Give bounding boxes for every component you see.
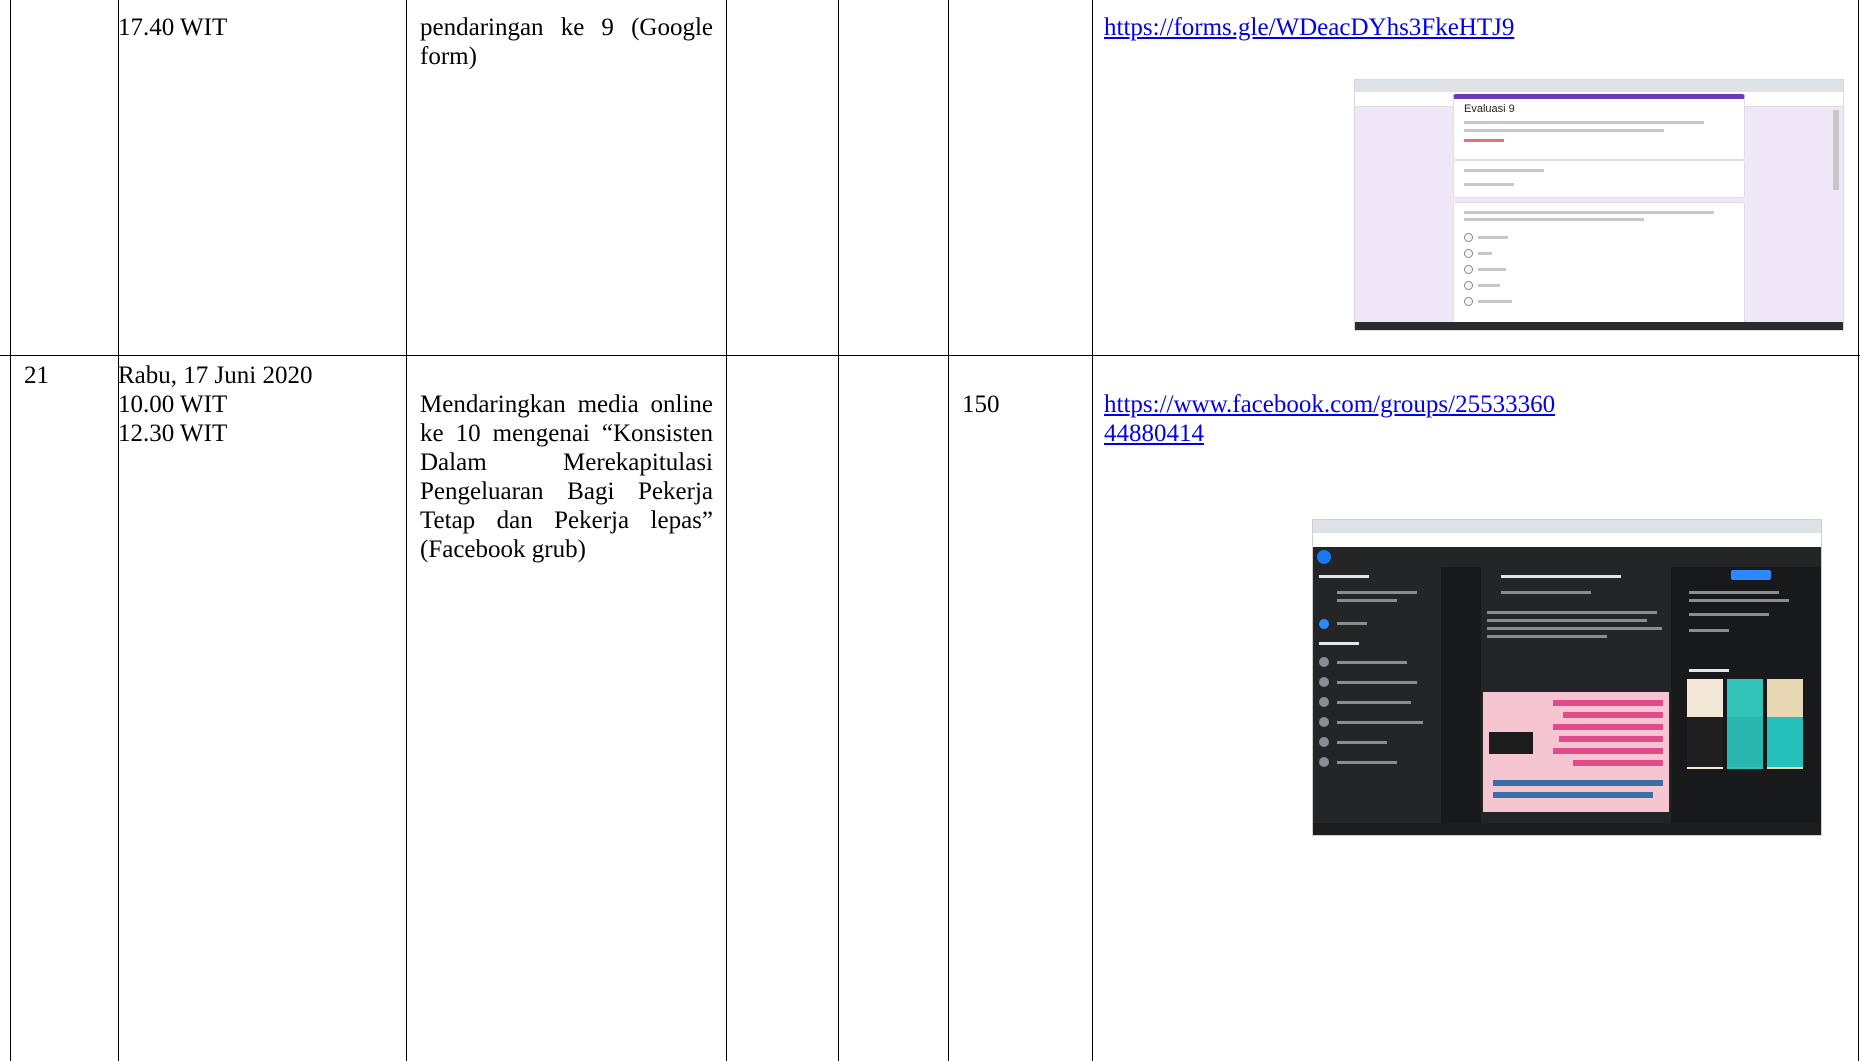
text-placeholder [1553, 700, 1663, 706]
home-icon [1319, 619, 1329, 629]
text-placeholder [1487, 627, 1662, 630]
grid-line [118, 0, 119, 1061]
text-placeholder [1553, 724, 1663, 730]
text-placeholder [1464, 218, 1644, 221]
facebook-group-link-continued[interactable]: 44880414 [1104, 419, 1204, 448]
text-placeholder [1689, 629, 1729, 632]
count-cell: 150 [962, 391, 1000, 418]
facebook-sidebar [1313, 567, 1441, 823]
facebook-group-link[interactable]: https://www.facebook.com/groups/25533360 [1104, 390, 1555, 419]
radio-icon [1464, 297, 1473, 306]
text-placeholder [1493, 780, 1663, 786]
text-placeholder [1337, 599, 1397, 602]
text-placeholder [1478, 284, 1500, 287]
text-placeholder [1337, 721, 1423, 724]
grid-line [10, 0, 11, 1061]
text-placeholder [1689, 591, 1779, 594]
google-form-screenshot: Evaluasi 9 [1354, 79, 1844, 331]
media-thumbnail [1767, 717, 1803, 767]
text-placeholder [1464, 183, 1514, 186]
text-placeholder [1689, 669, 1729, 672]
facebook-right-column [1683, 567, 1811, 823]
form-title: Evaluasi 9 [1464, 103, 1515, 115]
text-placeholder [1559, 736, 1663, 742]
text-placeholder [1493, 792, 1653, 798]
text-placeholder [1478, 236, 1508, 239]
row-divider [0, 355, 1860, 356]
post-image [1483, 692, 1669, 812]
text-placeholder [1337, 701, 1411, 704]
grid-line [838, 0, 839, 1061]
form-question-card [1453, 202, 1745, 330]
text-placeholder [1478, 268, 1506, 271]
menu-icon [1319, 717, 1329, 727]
media-thumbnail [1727, 717, 1763, 767]
facebook-logo-icon [1317, 550, 1331, 564]
text-placeholder [1337, 591, 1417, 594]
menu-icon [1319, 737, 1329, 747]
text-placeholder [1553, 748, 1663, 754]
text-placeholder [1689, 599, 1789, 602]
grid-line [406, 0, 407, 1061]
menu-icon [1319, 757, 1329, 767]
browser-tab-bar [1355, 80, 1843, 92]
grid-line [726, 0, 727, 1061]
text-placeholder [1464, 139, 1504, 142]
text-placeholder [1337, 741, 1387, 744]
grid-line [1858, 0, 1859, 1061]
text-placeholder [1319, 642, 1359, 645]
text-placeholder [1573, 760, 1663, 766]
menu-icon [1319, 697, 1329, 707]
taskbar [1313, 823, 1821, 835]
text-placeholder [1501, 591, 1591, 594]
browser-address-bar [1313, 533, 1821, 547]
text-placeholder [1487, 619, 1647, 622]
text-placeholder [1464, 129, 1664, 132]
form-header-card: Evaluasi 9 [1453, 94, 1745, 160]
grid-line [1092, 0, 1093, 1061]
post-badge [1489, 732, 1533, 754]
text-placeholder [1689, 613, 1769, 616]
scrollbar [1833, 110, 1839, 190]
text-placeholder [1337, 661, 1407, 664]
text-placeholder [1563, 712, 1663, 718]
media-thumbnail [1687, 717, 1723, 767]
activity-cell: Mendaringkan media online ke 10 mengenai… [420, 391, 713, 563]
text-placeholder [1487, 611, 1657, 614]
text-placeholder [1464, 121, 1704, 124]
date-cell: Rabu, 17 Juni 2020 [118, 362, 313, 389]
text-placeholder [1337, 622, 1367, 625]
text-placeholder [1337, 761, 1397, 764]
text-placeholder [1319, 575, 1369, 578]
radio-icon [1464, 233, 1473, 242]
start-time-cell: 10.00 WIT [118, 391, 228, 418]
taskbar [1355, 322, 1843, 330]
text-placeholder [1478, 252, 1492, 255]
end-time-cell: 12.30 WIT [118, 420, 228, 447]
facebook-nav-bar [1313, 547, 1821, 567]
text-placeholder [1464, 211, 1714, 214]
text-placeholder [1487, 635, 1607, 638]
browser-tab-bar [1313, 520, 1821, 533]
radio-icon [1464, 265, 1473, 274]
google-form-link[interactable]: https://forms.gle/WDeacDYhs3FkeHTJ9 [1104, 13, 1514, 42]
grid-line [948, 0, 949, 1061]
form-question-card [1453, 160, 1745, 198]
time-cell: 17.40 WIT [118, 14, 228, 41]
text-placeholder [1337, 681, 1417, 684]
text-placeholder [1478, 300, 1512, 303]
row-number-cell: 21 [24, 362, 49, 389]
radio-icon [1464, 249, 1473, 258]
text-placeholder [1501, 575, 1621, 578]
facebook-group-screenshot [1312, 519, 1822, 836]
activity-cell: pendaringan ke 9 (Google form) [420, 14, 713, 70]
text-placeholder [1464, 169, 1544, 172]
radio-icon [1464, 281, 1473, 290]
menu-icon [1319, 677, 1329, 687]
menu-icon [1319, 657, 1329, 667]
